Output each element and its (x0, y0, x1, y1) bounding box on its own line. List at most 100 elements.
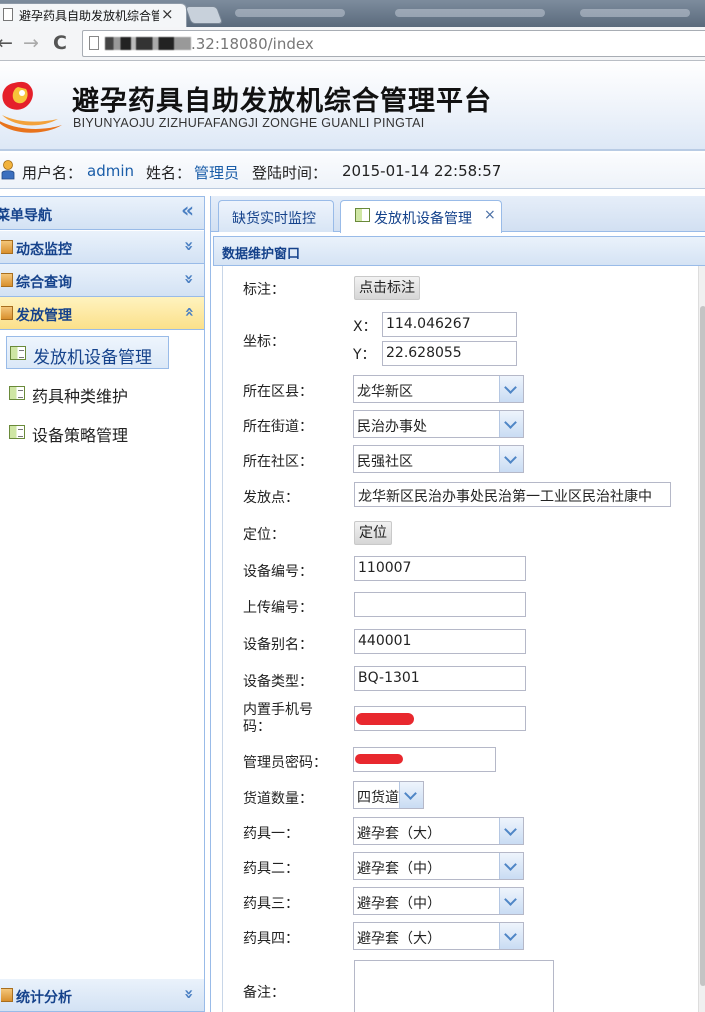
back-arrow-icon[interactable]: ← (0, 32, 13, 54)
district-label: 所在区县： (243, 384, 313, 400)
window-title: 数据维护窗口 (222, 247, 301, 262)
chevron-down-icon[interactable] (499, 818, 523, 844)
collapse-chevron-icon[interactable]: » (179, 307, 199, 317)
remark-textarea[interactable] (354, 960, 554, 1012)
sidebar-item-device-strategy[interactable]: 设备策略管理 (6, 416, 169, 448)
content-tab-strip: 缺货实时监控 发放机设备管理 × (211, 196, 705, 233)
new-tab-button[interactable] (184, 6, 224, 24)
browser-tab-title: 避孕药具自助发放机综合管理平台 (19, 9, 159, 23)
platform-subtitle: BIYUNYAOJU ZIZHUFAFANGJI ZONGHE GUANLI P… (73, 116, 425, 130)
street-select[interactable]: 民治办事处 (353, 410, 524, 438)
drug-three-select[interactable]: 避孕套（中） (353, 887, 524, 915)
menu-navigation-title: 菜单导航 (0, 208, 52, 224)
upload-number-input[interactable] (354, 592, 526, 617)
app-header: 避孕药具自助发放机综合管理平台 BIYUNYAOJU ZIZHUFAFANGJI… (0, 61, 705, 151)
menu-group-statistical-analysis[interactable]: 统计分析 » (0, 979, 204, 1012)
remark-label: 备注： (243, 985, 285, 1001)
lane-count-label: 货道数量： (243, 791, 313, 807)
builtin-phone-input[interactable] (354, 706, 526, 731)
lane-count-select[interactable]: 四货道 (353, 781, 424, 809)
collapse-sidebar-icon[interactable]: « (181, 200, 194, 220)
device-type-input[interactable]: BQ-1301 (354, 666, 526, 691)
grid-list-icon (10, 346, 26, 360)
browser-tab-active[interactable]: 避孕药具自助发放机综合管理平台 × (0, 3, 187, 27)
grid-list-icon (9, 425, 25, 439)
locate-button[interactable]: 定位 (354, 521, 392, 545)
sidebar-item-label: 发放机设备管理 (33, 348, 152, 368)
menu-group-label: 统计分析 (16, 990, 72, 1006)
login-time-label: 登陆时间： (252, 164, 328, 182)
close-tab-icon[interactable]: × (484, 207, 496, 223)
background-tab[interactable] (580, 9, 690, 17)
scrollbar-thumb[interactable] (700, 306, 705, 986)
device-alias-input[interactable]: 440001 (354, 629, 526, 654)
sidebar-menu: 菜单导航 « 动态监控 » 综合查询 » 发放管理 » 发放机设备管理 药具种类… (0, 196, 205, 1012)
redaction-mark (355, 754, 403, 764)
drug-two-value: 避孕套（中） (357, 861, 441, 877)
redaction-mark (356, 713, 414, 725)
device-number-label: 设备编号： (243, 564, 313, 580)
community-select[interactable]: 民强社区 (353, 445, 524, 473)
drug-three-label: 药具三： (243, 896, 299, 912)
drug-four-label: 药具四： (243, 931, 299, 947)
menu-group-comprehensive-query[interactable]: 综合查询 » (0, 264, 204, 297)
folder-icon (1, 273, 13, 287)
street-value: 民治办事处 (357, 419, 427, 435)
menu-group-release-management[interactable]: 发放管理 » (0, 297, 204, 330)
address-url: .32:18080/index (105, 35, 314, 53)
login-time-value: 2015-01-14 22:58:57 (342, 162, 502, 180)
chevron-down-icon[interactable] (499, 446, 523, 472)
lane-count-value: 四货道 (357, 790, 399, 806)
chevron-down-icon[interactable] (399, 782, 423, 808)
click-mark-button[interactable]: 点击标注 (354, 276, 420, 300)
device-alias-label: 设备别名： (243, 637, 313, 653)
browser-toolbar: ← → C .32:18080/index (0, 27, 705, 61)
tab-shortage-monitoring[interactable]: 缺货实时监控 (218, 200, 334, 232)
sidebar-item-device-management[interactable]: 发放机设备管理 (6, 336, 169, 369)
tab-label: 缺货实时监控 (232, 211, 316, 227)
drug-one-value: 避孕套（大） (357, 826, 441, 842)
x-coordinate-input[interactable]: 114.046267 (382, 312, 517, 337)
page-icon (89, 36, 99, 50)
form-scrollbar[interactable] (698, 266, 705, 1012)
menu-group-dynamic-monitoring[interactable]: 动态监控 » (0, 231, 204, 264)
drug-one-label: 药具一： (243, 826, 299, 842)
grid-list-icon (9, 386, 25, 400)
chevron-down-icon[interactable] (499, 888, 523, 914)
distribution-point-input[interactable]: 龙华新区民治办事处民治第一工业区民治社康中 (354, 482, 671, 507)
drug-two-select[interactable]: 避孕套（中） (353, 852, 524, 880)
distribution-point-label: 发放点： (243, 490, 299, 506)
close-tab-icon[interactable]: × (161, 5, 174, 23)
expand-chevron-icon[interactable]: » (179, 274, 199, 284)
background-tab[interactable] (395, 9, 545, 17)
mark-label: 标注： (243, 282, 285, 298)
drug-four-value: 避孕套（大） (357, 931, 441, 947)
reload-icon[interactable]: C (53, 32, 67, 54)
platform-logo-icon (0, 81, 62, 133)
expand-chevron-icon[interactable]: » (179, 241, 199, 251)
chevron-down-icon[interactable] (499, 853, 523, 879)
name-label: 姓名： (146, 164, 192, 182)
community-label: 所在社区： (243, 454, 313, 470)
forward-arrow-icon[interactable]: → (23, 32, 39, 54)
background-tab[interactable] (235, 9, 345, 17)
district-select[interactable]: 龙华新区 (353, 375, 524, 403)
chevron-down-icon[interactable] (499, 376, 523, 402)
user-icon (1, 160, 15, 180)
chevron-down-icon[interactable] (499, 923, 523, 949)
user-info-bar: 用户名： admin 姓名： 管理员 登陆时间： 2015-01-14 22:5… (0, 153, 705, 189)
locate-label: 定位： (243, 527, 285, 543)
y-coordinate-input[interactable]: 22.628055 (382, 341, 517, 366)
drug-four-select[interactable]: 避孕套（大） (353, 922, 524, 950)
device-number-input[interactable]: 110007 (354, 556, 526, 581)
tab-device-management[interactable]: 发放机设备管理 × (340, 200, 502, 233)
upload-number-label: 上传编号： (243, 600, 313, 616)
address-bar[interactable]: .32:18080/index (82, 30, 705, 57)
chevron-down-icon[interactable] (499, 411, 523, 437)
sidebar-item-drug-type-maintenance[interactable]: 药具种类维护 (6, 377, 169, 409)
y-label: Y： (353, 347, 376, 363)
admin-password-input[interactable] (353, 747, 496, 772)
menu-group-label: 综合查询 (16, 275, 72, 291)
expand-chevron-icon[interactable]: » (179, 989, 199, 999)
drug-one-select[interactable]: 避孕套（大） (353, 817, 524, 845)
